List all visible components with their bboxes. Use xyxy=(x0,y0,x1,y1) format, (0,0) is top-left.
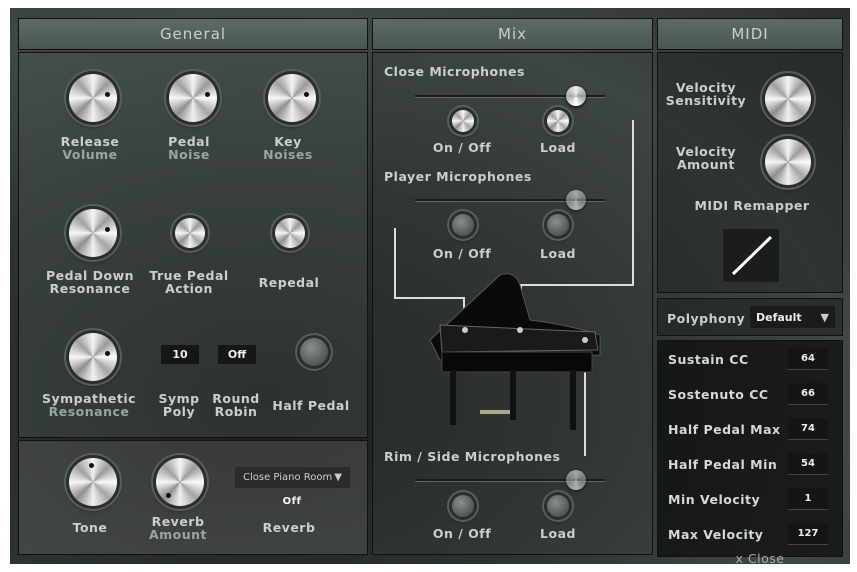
polyphony-label: Polyphony xyxy=(667,311,746,326)
rim-side-mics-on-off-label: On / Off xyxy=(432,526,492,541)
cc-row-sustain: Sustain CC 64 xyxy=(668,348,828,372)
rim-side-mics-on-off-button[interactable] xyxy=(452,495,474,517)
close-mics-load-label: Load xyxy=(540,140,576,155)
pedal-noise-knob[interactable] xyxy=(169,74,217,122)
rim-side-mics-load-button[interactable] xyxy=(547,495,569,517)
pedal-down-resonance-label: Pedal Down Resonance xyxy=(45,268,135,296)
half-pedal-button[interactable] xyxy=(300,338,328,366)
player-mics-on-off-button[interactable] xyxy=(452,214,474,236)
mix-header: Mix xyxy=(372,18,653,50)
close-mics-label: Close Microphones xyxy=(384,64,525,79)
reverb-label: Reverb xyxy=(262,520,316,535)
rim-side-mics-label: Rim / Side Microphones xyxy=(384,449,561,464)
reverb-amount-label: Reverb Amount xyxy=(148,514,208,542)
velocity-sensitivity-knob[interactable] xyxy=(765,76,811,122)
wire xyxy=(632,120,634,286)
close-mics-on-off-label: On / Off xyxy=(432,140,492,155)
tone-knob[interactable] xyxy=(69,458,117,506)
dropdown-arrow-icon: ▼ xyxy=(820,310,829,324)
key-noises-knob[interactable] xyxy=(268,74,316,122)
cc-row-sostenuto: Sostenuto CC 66 xyxy=(668,383,828,407)
velocity-sensitivity-label: Velocity Sensitivity xyxy=(665,80,747,108)
close-mics-load-button[interactable] xyxy=(547,110,569,132)
true-pedal-action-knob[interactable] xyxy=(175,218,205,248)
reverb-preset-value: Close Piano Room xyxy=(243,472,333,483)
polyphony-value: Default xyxy=(756,310,802,324)
midi-remapper-button[interactable] xyxy=(722,228,780,283)
cc-name: Sustain CC xyxy=(668,352,749,367)
velocity-curve-icon xyxy=(731,235,773,276)
round-robin-label: Round Robin xyxy=(212,391,260,419)
player-mics-slider-handle[interactable] xyxy=(566,190,586,210)
repedal-label: Repedal xyxy=(258,275,320,290)
rim-side-mics-slider-handle[interactable] xyxy=(566,470,586,490)
close-mics-on-off-button[interactable] xyxy=(452,110,474,132)
cc-value[interactable]: 54 xyxy=(788,453,828,475)
symp-poly-value[interactable]: 10 xyxy=(161,345,199,364)
reverb-preset-dropdown[interactable]: Close Piano Room ▼ xyxy=(235,467,350,488)
cc-name: Half Pedal Min xyxy=(668,457,778,472)
cc-row-half-pedal-max: Half Pedal Max 74 xyxy=(668,418,828,442)
player-mics-label: Player Microphones xyxy=(384,169,532,184)
sympathetic-resonance-knob[interactable] xyxy=(69,333,117,381)
half-pedal-label: Half Pedal xyxy=(272,398,350,413)
cc-row-min-velocity: Min Velocity 1 xyxy=(668,488,828,512)
polyphony-dropdown[interactable]: Default ▼ xyxy=(750,306,835,328)
release-volume-knob[interactable] xyxy=(69,74,117,122)
close-button[interactable]: x Close xyxy=(736,552,785,565)
tone-label: Tone xyxy=(72,520,108,535)
release-volume-label: Release Volume xyxy=(60,134,120,162)
cc-value[interactable]: 1 xyxy=(788,488,828,510)
reverb-state: Off xyxy=(282,496,302,507)
player-mics-load-label: Load xyxy=(540,246,576,261)
cc-name: Half Pedal Max xyxy=(668,422,781,437)
grand-piano-image xyxy=(420,270,610,440)
dropdown-arrow-icon: ▼ xyxy=(334,472,342,483)
cc-name: Sostenuto CC xyxy=(668,387,769,402)
pedal-noise-label: Pedal Noise xyxy=(168,134,210,162)
key-noises-label: Key Noises xyxy=(263,134,313,162)
midi-header: MIDI xyxy=(657,18,843,50)
velocity-amount-label: Velocity Amount xyxy=(675,144,737,172)
midi-remapper-label: MIDI Remapper xyxy=(694,198,810,213)
repedal-knob[interactable] xyxy=(275,218,305,248)
general-header: General xyxy=(18,18,368,50)
symp-poly-label: Symp Poly xyxy=(158,391,200,419)
rim-side-mics-load-label: Load xyxy=(540,526,576,541)
player-mics-load-button[interactable] xyxy=(547,214,569,236)
cc-value[interactable]: 64 xyxy=(788,348,828,370)
velocity-amount-knob[interactable] xyxy=(765,139,811,185)
cc-value[interactable]: 66 xyxy=(788,383,828,405)
cc-name: Min Velocity xyxy=(668,492,761,507)
player-mics-on-off-label: On / Off xyxy=(432,246,492,261)
wire xyxy=(394,228,396,298)
close-mics-slider-handle[interactable] xyxy=(566,86,586,106)
reverb-amount-knob[interactable] xyxy=(156,458,204,506)
true-pedal-action-label: True Pedal Action xyxy=(149,268,229,296)
cc-value[interactable]: 74 xyxy=(788,418,828,440)
cc-name: Max Velocity xyxy=(668,527,764,542)
pedal-down-resonance-knob[interactable] xyxy=(69,209,117,257)
cc-value[interactable]: 127 xyxy=(788,523,828,545)
sympathetic-resonance-label: Sympathetic Resonance xyxy=(41,391,137,419)
cc-row-max-velocity: Max Velocity 127 xyxy=(668,523,828,547)
cc-row-half-pedal-min: Half Pedal Min 54 xyxy=(668,453,828,477)
round-robin-value[interactable]: Off xyxy=(218,345,256,364)
